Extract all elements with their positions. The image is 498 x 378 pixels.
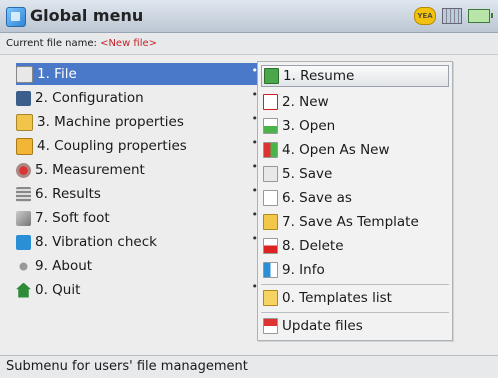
- configuration-icon: [16, 90, 31, 106]
- save-icon: [263, 166, 278, 182]
- measurement-icon: [16, 162, 31, 178]
- new-file-icon: [263, 94, 278, 110]
- submenu-item-label: 4. Open As New: [282, 142, 390, 158]
- submenu-item-label: 8. Delete: [282, 238, 344, 254]
- submenu-item-new[interactable]: 2. New: [261, 91, 449, 113]
- grid-icon: [442, 8, 462, 24]
- coupling-icon: [16, 137, 33, 155]
- status-badge: YEA: [414, 7, 436, 25]
- results-icon: [16, 186, 31, 202]
- machine-icon: [16, 113, 33, 131]
- menu-item-soft-foot[interactable]: 7. Soft foot •: [16, 207, 262, 229]
- title-bar: Global menu YEA: [0, 0, 498, 33]
- menu-item-about[interactable]: 9. About: [16, 255, 262, 277]
- submenu-item-update-files[interactable]: Update files: [261, 315, 449, 337]
- menu-item-label: 1. File: [37, 66, 77, 82]
- vibration-icon: [16, 234, 31, 250]
- menu-item-label: 0. Quit: [35, 282, 81, 298]
- menu-item-quit[interactable]: 0. Quit •: [16, 279, 262, 301]
- info-icon: [263, 262, 278, 278]
- delete-icon: [263, 238, 278, 254]
- menu-item-label: 2. Configuration: [35, 90, 144, 106]
- status-bar: Submenu for users' file management: [0, 355, 498, 378]
- file-submenu: 1. Resume 2. New 3. Open 4. Open As New …: [257, 61, 453, 341]
- menu-item-file[interactable]: 1. File •: [16, 63, 262, 85]
- app-icon: [6, 7, 26, 27]
- save-template-icon: [263, 214, 278, 230]
- menu-item-machine-properties[interactable]: 3. Machine properties •: [16, 111, 262, 133]
- menu-item-coupling-properties[interactable]: 4. Coupling properties •: [16, 135, 262, 157]
- battery-icon: [468, 9, 493, 23]
- submenu-item-save[interactable]: 5. Save: [261, 163, 449, 185]
- submenu-item-info[interactable]: 9. Info: [261, 259, 449, 281]
- menu-item-label: 8. Vibration check: [35, 234, 157, 250]
- menu-item-measurement[interactable]: 5. Measurement •: [16, 159, 262, 181]
- submenu-item-label: 7. Save As Template: [282, 214, 419, 230]
- status-text: Submenu for users' file management: [6, 359, 248, 374]
- submenu-divider: [261, 312, 449, 313]
- open-as-new-icon: [263, 142, 278, 158]
- window-title: Global menu: [30, 6, 144, 25]
- update-files-icon: [263, 318, 278, 334]
- file-name: <New file>: [100, 38, 158, 49]
- submenu-item-save-as[interactable]: 6. Save as: [261, 187, 449, 209]
- submenu-item-label: Update files: [282, 318, 363, 334]
- menu-item-label: 7. Soft foot: [35, 210, 110, 226]
- file-name-bar: Current file name: <New file>: [0, 33, 498, 55]
- about-icon: [16, 258, 31, 274]
- submenu-item-label: 5. Save: [282, 166, 333, 182]
- submenu-item-resume[interactable]: 1. Resume: [261, 65, 449, 87]
- submenu-item-label: 1. Resume: [283, 68, 355, 84]
- menu-item-results[interactable]: 6. Results •: [16, 183, 262, 205]
- resume-icon: [264, 68, 279, 84]
- submenu-item-label: 2. New: [282, 94, 329, 110]
- menu-item-label: 9. About: [35, 258, 93, 274]
- file-label: Current file name:: [6, 38, 97, 49]
- submenu-item-label: 9. Info: [282, 262, 325, 278]
- save-as-icon: [263, 190, 278, 206]
- soft-foot-icon: [16, 210, 31, 226]
- open-icon: [263, 118, 278, 134]
- submenu-item-open-as-new[interactable]: 4. Open As New: [261, 139, 449, 161]
- menu-item-vibration-check[interactable]: 8. Vibration check •: [16, 231, 262, 253]
- submenu-item-label: 3. Open: [282, 118, 336, 134]
- submenu-item-label: 0. Templates list: [282, 290, 392, 306]
- templates-list-icon: [263, 290, 278, 306]
- menu-item-label: 4. Coupling properties: [37, 138, 187, 154]
- menu-item-label: 5. Measurement: [35, 162, 145, 178]
- submenu-item-delete[interactable]: 8. Delete: [261, 235, 449, 257]
- menu-item-configuration[interactable]: 2. Configuration •: [16, 87, 262, 109]
- quit-icon: [16, 282, 31, 298]
- submenu-item-label: 6. Save as: [282, 190, 352, 206]
- menu-item-label: 3. Machine properties: [37, 114, 184, 130]
- submenu-item-templates-list[interactable]: 0. Templates list: [261, 287, 449, 309]
- submenu-item-open[interactable]: 3. Open: [261, 115, 449, 137]
- status-icons: YEA: [414, 7, 493, 25]
- submenu-item-save-as-template[interactable]: 7. Save As Template: [261, 211, 449, 233]
- menu-item-label: 6. Results: [35, 186, 101, 202]
- submenu-divider: [261, 284, 449, 285]
- file-icon: [16, 65, 33, 83]
